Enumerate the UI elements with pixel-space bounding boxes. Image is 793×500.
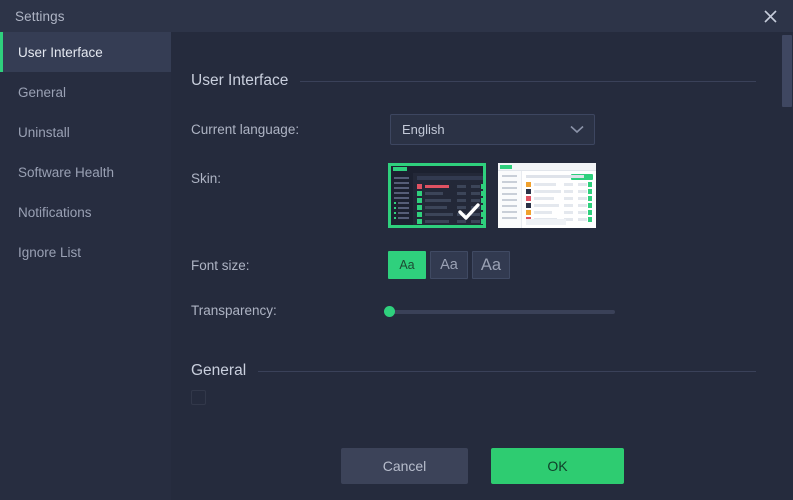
slider-track — [389, 310, 615, 314]
settings-window: Settings User Interface General Uninstal… — [0, 0, 793, 500]
skin-options — [388, 163, 596, 228]
sidebar-item-software-health[interactable]: Software Health — [0, 152, 171, 192]
sidebar-item-ignore-list[interactable]: Ignore List — [0, 232, 171, 272]
section-header-user-interface: User Interface — [191, 72, 756, 90]
scrollbar-thumb[interactable] — [782, 35, 792, 107]
sidebar-item-label: Software Health — [18, 164, 115, 180]
font-size-medium-button[interactable]: Aa — [430, 251, 468, 279]
close-button[interactable] — [747, 0, 793, 32]
language-label: Current language: — [191, 122, 300, 137]
transparency-label: Transparency: — [191, 303, 277, 318]
sidebar: User Interface General Uninstall Softwar… — [0, 32, 171, 500]
sidebar-item-label: Notifications — [18, 204, 92, 220]
close-icon — [763, 9, 777, 23]
font-size-large-button[interactable]: Aa — [472, 251, 510, 279]
chevron-down-icon — [570, 125, 584, 134]
faded-text — [217, 392, 221, 407]
section-divider — [300, 80, 756, 82]
font-size-small-button[interactable]: Aa — [388, 251, 426, 279]
dialog-footer: Cancel OK — [171, 430, 793, 500]
sidebar-item-label: General — [18, 84, 67, 100]
language-select[interactable]: English — [390, 114, 595, 145]
sidebar-item-general[interactable]: General — [0, 72, 171, 112]
language-value: English — [402, 122, 445, 137]
section-title: User Interface — [191, 72, 289, 89]
section-divider — [258, 370, 756, 372]
sidebar-item-user-interface[interactable]: User Interface — [0, 32, 171, 72]
sidebar-item-label: Ignore List — [18, 244, 82, 260]
font-size-label: Font size: — [191, 258, 250, 273]
sidebar-item-uninstall[interactable]: Uninstall — [0, 112, 171, 152]
faded-checkbox — [191, 390, 206, 405]
cancel-button[interactable]: Cancel — [341, 448, 468, 484]
settings-content: User Interface Current language: English… — [171, 32, 793, 500]
skin-option-light[interactable] — [498, 163, 596, 228]
section-header-general: General — [191, 362, 756, 380]
sidebar-item-label: User Interface — [18, 44, 103, 60]
sidebar-item-label: Uninstall — [18, 124, 70, 140]
skin-selected-check — [456, 200, 482, 224]
content-scrollbar[interactable] — [780, 32, 793, 500]
ok-button[interactable]: OK — [491, 448, 624, 484]
slider-handle[interactable] — [384, 306, 395, 317]
font-size-options: Aa Aa Aa — [388, 251, 510, 279]
title-bar: Settings — [0, 0, 793, 32]
transparency-slider[interactable] — [381, 302, 615, 322]
section-title: General — [191, 362, 247, 379]
skin-preview-light — [498, 163, 596, 228]
skin-option-dark[interactable] — [388, 163, 486, 228]
check-icon — [458, 203, 480, 220]
sidebar-item-notifications[interactable]: Notifications — [0, 192, 171, 232]
window-title: Settings — [15, 8, 65, 24]
skin-label: Skin: — [191, 171, 222, 186]
